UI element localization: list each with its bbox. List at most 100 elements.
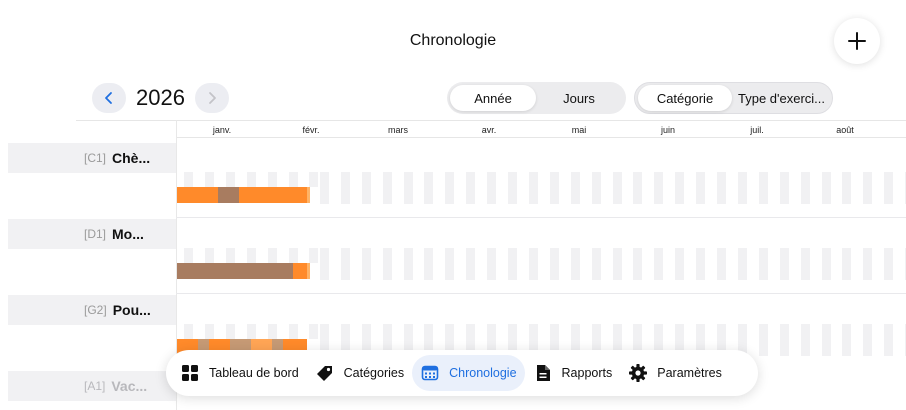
day-tick	[205, 248, 214, 263]
day-tick	[801, 324, 810, 356]
calendar-icon	[420, 363, 440, 383]
timeline-bar[interactable]	[177, 187, 218, 203]
day-tick	[654, 172, 663, 204]
day-tick	[404, 172, 413, 204]
lane-label-c1[interactable]: [C1] Chè...	[8, 143, 176, 173]
lane-label-a1[interactable]: [A1] Vac...	[8, 371, 176, 401]
add-button[interactable]	[834, 18, 880, 64]
day-tick	[383, 172, 392, 204]
scale-segmented-control: Année Jours	[447, 82, 626, 114]
day-tick	[309, 324, 318, 339]
lane-name: Pou...	[112, 302, 151, 318]
day-tick	[717, 248, 726, 280]
lane-code: [D1]	[84, 227, 107, 241]
day-tick	[320, 172, 329, 204]
plus-icon	[848, 32, 866, 50]
day-tick	[341, 172, 350, 204]
day-tick	[424, 172, 433, 204]
month-label: juil.	[750, 125, 764, 135]
tab-rapports[interactable]: Rapports	[525, 355, 621, 391]
tab-label: Catégories	[343, 366, 405, 380]
segment-type-exercice[interactable]: Type d'exerci...	[732, 85, 828, 111]
timeline-bar[interactable]	[218, 187, 239, 203]
day-tick	[226, 324, 235, 339]
day-tick	[289, 172, 298, 187]
timeline-bar[interactable]	[177, 263, 293, 279]
day-tick	[633, 172, 642, 204]
day-tick	[550, 248, 559, 280]
day-tick	[309, 172, 318, 187]
day-tick	[383, 248, 392, 280]
day-tick	[863, 324, 872, 356]
day-tick	[571, 172, 580, 204]
group-segmented-control: Catégorie Type d'exerci...	[634, 82, 833, 114]
segment-categorie[interactable]: Catégorie	[638, 85, 732, 111]
day-tick	[738, 248, 747, 280]
tab-label: Paramètres	[657, 366, 722, 380]
timeline-bar[interactable]	[293, 263, 307, 279]
day-tick	[738, 172, 747, 204]
page-title: Chronologie	[409, 32, 497, 49]
day-tick	[780, 248, 789, 280]
tab-label: Tableau de bord	[209, 366, 299, 380]
day-tick	[842, 324, 851, 356]
next-year-button[interactable]	[194, 83, 229, 113]
day-tick	[863, 248, 872, 280]
day-tick	[309, 248, 318, 263]
day-tick	[759, 172, 768, 204]
timeline-bar[interactable]	[239, 187, 307, 203]
month-label: août	[836, 125, 854, 135]
day-tick	[487, 248, 496, 280]
day-tick	[822, 324, 831, 356]
timeline-bar-end	[307, 187, 310, 203]
day-tick	[268, 172, 277, 187]
segment-annee[interactable]: Année	[450, 85, 536, 111]
lane-label-d1[interactable]: [D1] Mo...	[8, 219, 176, 249]
tab-label: Rapports	[561, 366, 613, 380]
day-tick	[633, 248, 642, 280]
day-tick	[592, 248, 601, 280]
lane-label-g2[interactable]: [G2] Pou...	[8, 295, 176, 325]
day-tick	[613, 172, 622, 204]
day-tick	[842, 172, 851, 204]
day-tick	[675, 172, 684, 204]
day-tick	[529, 248, 538, 280]
day-tick	[759, 248, 768, 280]
lane-code: [C1]	[84, 151, 107, 165]
day-tick	[822, 248, 831, 280]
dashboard-grid-icon	[180, 363, 200, 383]
year-navigator: 2026	[92, 82, 229, 114]
day-tick	[184, 324, 193, 339]
lane-divider	[176, 217, 906, 218]
day-tick	[205, 324, 214, 339]
day-tick	[801, 248, 810, 280]
day-tick	[863, 172, 872, 204]
previous-year-button[interactable]	[92, 83, 126, 113]
tab-chronologie[interactable]: Chronologie	[412, 355, 525, 391]
day-tick	[654, 248, 663, 280]
segment-jours[interactable]: Jours	[536, 85, 622, 111]
chevron-right-icon	[209, 92, 216, 104]
tab-tableau-de-bord[interactable]: Tableau de bord	[172, 355, 307, 391]
day-tick	[487, 172, 496, 204]
lane-code: [A1]	[84, 379, 106, 393]
day-tick	[759, 324, 768, 356]
day-tick	[445, 248, 454, 280]
day-tick	[466, 172, 475, 204]
day-tick	[320, 248, 329, 280]
day-tick	[247, 172, 256, 187]
day-tick	[226, 248, 235, 263]
day-tick	[226, 172, 235, 187]
tab-parametres[interactable]: Paramètres	[620, 355, 730, 391]
tab-label: Chronologie	[449, 366, 517, 380]
timeline-bar-end	[307, 263, 310, 279]
timeline-header-bottom-divider	[176, 137, 906, 138]
month-label: juin	[660, 125, 676, 135]
day-tick	[550, 172, 559, 204]
year-label: 2026	[136, 85, 185, 110]
lane-name: Mo...	[112, 226, 144, 242]
tab-categories[interactable]: Catégories	[307, 355, 412, 391]
day-tick	[341, 248, 350, 280]
day-tick	[184, 248, 193, 263]
day-tick	[466, 248, 475, 280]
